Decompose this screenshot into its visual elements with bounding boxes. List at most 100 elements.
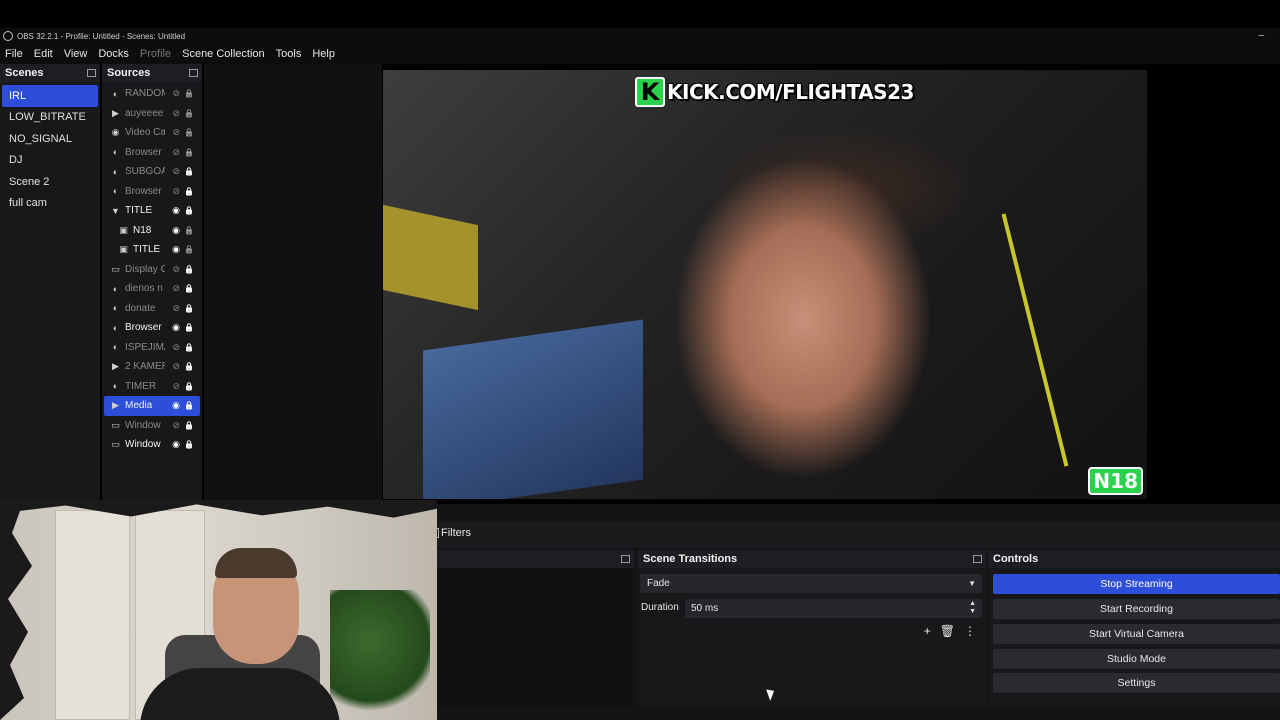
eye-hidden-icon[interactable]: ⊘ <box>172 127 180 138</box>
scene-item-low-bitrate[interactable]: LOW_BITRATE <box>2 107 98 129</box>
eye-hidden-icon[interactable]: ⊘ <box>172 420 180 431</box>
source-item[interactable]: ◐ Browser ⊘ 🔒 <box>104 143 200 163</box>
eye-icon[interactable]: ◉ <box>172 400 180 411</box>
settings-button[interactable]: Settings <box>993 673 1280 693</box>
duration-spinner-icon[interactable]: ▲ ▼ <box>969 600 976 616</box>
eye-hidden-icon[interactable]: ⊘ <box>172 88 180 99</box>
source-item[interactable]: ◐ donate ⊘ 🔒 <box>104 299 200 319</box>
lock-icon[interactable]: 🔒 <box>184 265 194 274</box>
eye-hidden-icon[interactable]: ⊘ <box>172 342 180 353</box>
lock-icon[interactable]: 🔒 <box>184 167 194 176</box>
undock-icon[interactable] <box>87 69 96 77</box>
browser-icon: ◐ <box>112 88 119 99</box>
source-item[interactable]: ◐ RANDOM ⊘ 🔒 <box>104 84 200 104</box>
filters-label: Filters <box>441 527 471 539</box>
menu-scene-collection[interactable]: Scene Collection <box>182 48 265 60</box>
unlock-icon[interactable]: 🔒 <box>184 148 194 157</box>
obs-logo-icon <box>3 31 13 41</box>
context-bar <box>424 522 1280 548</box>
program-preview[interactable]: K KICK.COM/FLIGHTAS23 N18 <box>383 70 1147 499</box>
source-item[interactable]: ◉ Video Ca ⊘ 🔒 <box>104 123 200 143</box>
scene-item-dj[interactable]: DJ <box>2 150 98 172</box>
unlock-icon[interactable]: 🔒 <box>184 89 194 98</box>
source-item[interactable]: ◐ Browser ⊘ 🔒 <box>104 182 200 202</box>
menu-view[interactable]: View <box>64 48 88 60</box>
unlock-icon[interactable]: 🔒 <box>184 226 194 235</box>
source-item[interactable]: ◐ ISPEJIMA ⊘ 🔒 <box>104 338 200 358</box>
eye-hidden-icon[interactable]: ⊘ <box>172 381 180 392</box>
menu-help[interactable]: Help <box>312 48 335 60</box>
eye-hidden-icon[interactable]: ⊘ <box>172 264 180 275</box>
transition-select[interactable]: Fade ▼ <box>640 574 982 593</box>
menu-profile[interactable]: Profile <box>140 48 171 60</box>
scene-item-scene-2[interactable]: Scene 2 <box>2 171 98 193</box>
source-item[interactable]: ▭ Window ⊘ 🔒 <box>104 416 200 436</box>
source-name: N18 <box>133 224 152 236</box>
lock-icon[interactable]: 🔒 <box>184 187 194 196</box>
duration-field[interactable]: 50 ms ▲ ▼ <box>685 599 982 618</box>
window-icon: ▭ <box>111 439 120 450</box>
source-item[interactable]: ◐ SUBGOA ⊘ 🔒 <box>104 162 200 182</box>
stop-streaming-button[interactable]: Stop Streaming <box>993 574 1280 594</box>
eye-icon[interactable]: ◉ <box>172 205 180 216</box>
start-virtual-camera-button[interactable]: Start Virtual Camera <box>993 624 1280 644</box>
unlock-icon[interactable]: 🔒 <box>184 245 194 254</box>
add-transition-button[interactable]: + <box>924 624 931 638</box>
source-item[interactable]: ◐ Browser ◉ 🔒 <box>104 318 200 338</box>
n18-badge: N18 <box>1088 467 1143 495</box>
lock-icon[interactable]: 🔒 <box>184 382 194 391</box>
source-item[interactable]: ▭ Display C ⊘ 🔒 <box>104 260 200 280</box>
scene-item-full-cam[interactable]: full cam <box>2 193 98 215</box>
transition-properties-button[interactable]: ⋮ <box>964 624 976 638</box>
unlock-icon[interactable]: 🔒 <box>184 109 194 118</box>
eye-icon[interactable]: ◉ <box>172 244 180 255</box>
source-item[interactable]: ▶ Media ◉ 🔒 <box>104 396 200 416</box>
minimize-button[interactable]: – <box>1258 30 1264 41</box>
scene-item-irl[interactable]: IRL <box>2 85 98 107</box>
source-item[interactable]: ▶ 2 KAMER ⊘ 🔒 <box>104 357 200 377</box>
source-name: auyeeee <box>125 107 164 119</box>
eye-hidden-icon[interactable]: ⊘ <box>172 283 180 294</box>
eye-icon[interactable]: ◉ <box>172 439 180 450</box>
lock-icon[interactable]: 🔒 <box>184 304 194 313</box>
source-name: Browser <box>125 322 162 334</box>
undock-icon[interactable] <box>973 555 982 563</box>
source-item[interactable]: ◐ TIMER ⊘ 🔒 <box>104 377 200 397</box>
source-item[interactable]: ▭ Window ◉ 🔒 <box>104 435 200 455</box>
transition-toolbar: + 🗑 ⋮ <box>924 624 976 638</box>
source-item[interactable]: ◐ dienos n ⊘ 🔒 <box>104 279 200 299</box>
menu-docks[interactable]: Docks <box>98 48 129 60</box>
undock-icon[interactable] <box>621 555 630 563</box>
lock-icon[interactable]: 🔒 <box>184 401 194 410</box>
eye-hidden-icon[interactable]: ⊘ <box>172 361 180 372</box>
studio-mode-button[interactable]: Studio Mode <box>993 649 1280 669</box>
source-item[interactable]: ▶ auyeeee ⊘ 🔒 <box>104 104 200 124</box>
source-name: Window <box>125 439 161 451</box>
unlock-icon[interactable]: 🔒 <box>184 128 194 137</box>
eye-hidden-icon[interactable]: ⊘ <box>172 186 180 197</box>
source-item[interactable]: ▣ N18 ◉ 🔒 <box>104 221 200 241</box>
menu-edit[interactable]: Edit <box>34 48 53 60</box>
menu-file[interactable]: File <box>5 48 23 60</box>
source-item[interactable]: ▣ TITLE ◉ 🔒 <box>104 240 200 260</box>
dock-gap <box>204 64 382 504</box>
lock-icon[interactable]: 🔒 <box>184 343 194 352</box>
eye-hidden-icon[interactable]: ⊘ <box>172 108 180 119</box>
undock-icon[interactable] <box>189 69 198 77</box>
menu-tools[interactable]: Tools <box>276 48 302 60</box>
eye-icon[interactable]: ◉ <box>172 225 180 236</box>
lock-icon[interactable]: 🔒 <box>184 362 194 371</box>
source-item[interactable]: ▼ TITLE ◉ 🔒 <box>104 201 200 221</box>
lock-icon[interactable]: 🔒 <box>184 323 194 332</box>
lock-icon[interactable]: 🔒 <box>184 284 194 293</box>
start-recording-button[interactable]: Start Recording <box>993 599 1280 619</box>
eye-hidden-icon[interactable]: ⊘ <box>172 303 180 314</box>
eye-hidden-icon[interactable]: ⊘ <box>172 166 180 177</box>
eye-icon[interactable]: ◉ <box>172 322 180 333</box>
lock-icon[interactable]: 🔒 <box>184 421 194 430</box>
eye-hidden-icon[interactable]: ⊘ <box>172 147 180 158</box>
lock-icon[interactable]: 🔒 <box>184 206 194 215</box>
remove-transition-button[interactable]: 🗑 <box>940 624 955 638</box>
lock-icon[interactable]: 🔒 <box>184 440 194 449</box>
scene-item-no-signal[interactable]: NO_SIGNAL <box>2 128 98 150</box>
